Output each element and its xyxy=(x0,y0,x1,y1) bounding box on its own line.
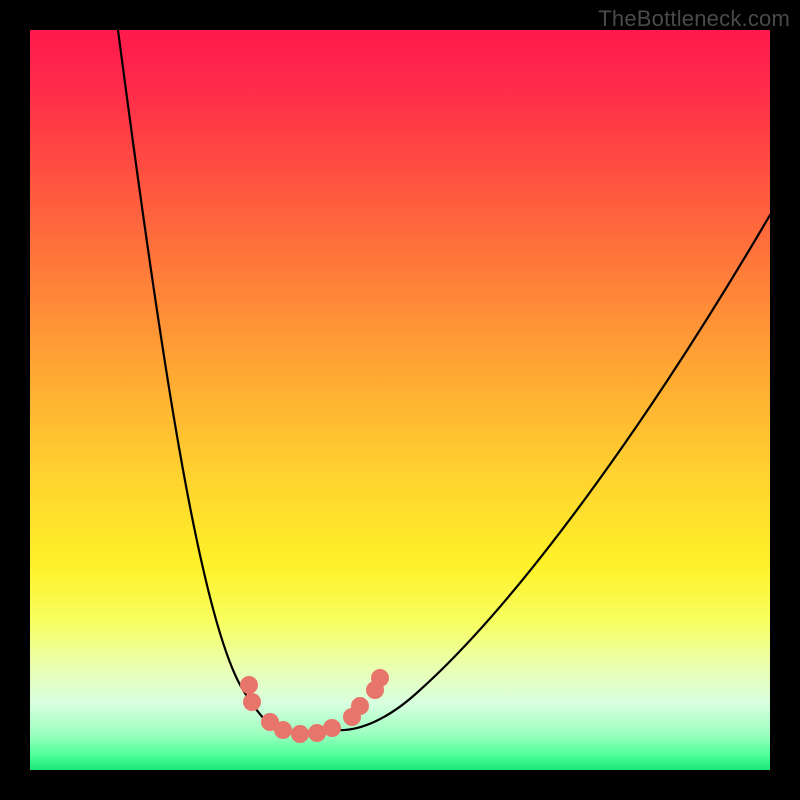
valley-dot xyxy=(243,693,261,711)
bottleneck-curve-plot xyxy=(0,0,800,800)
curve-left-branch xyxy=(118,30,273,727)
valley-dot xyxy=(274,721,292,739)
valley-dot xyxy=(351,697,369,715)
curve-group xyxy=(118,30,770,734)
valley-dot xyxy=(291,725,309,743)
valley-dot xyxy=(323,719,341,737)
attribution-text: TheBottleneck.com xyxy=(598,6,790,32)
valley-dot xyxy=(371,669,389,687)
curve-right-branch xyxy=(335,215,770,730)
valley-dot xyxy=(240,676,258,694)
valley-dot-cluster xyxy=(240,669,389,743)
